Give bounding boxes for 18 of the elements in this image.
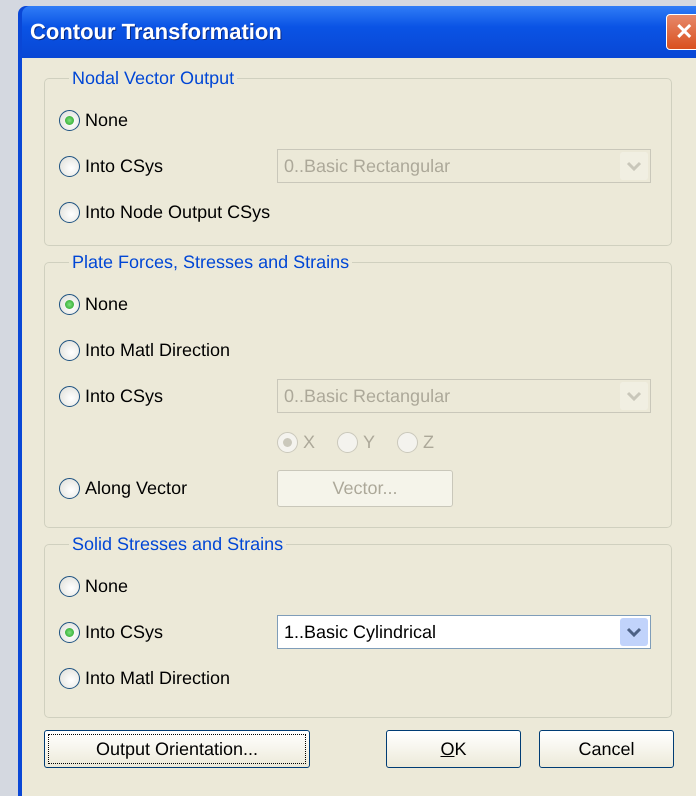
window-title: Contour Transformation	[30, 19, 282, 45]
group-title: Nodal Vector Output	[71, 68, 236, 89]
dropdown[interactable]: 1..Basic Cylindrical	[277, 615, 651, 649]
dialog-button[interactable]: Output Orientation...	[44, 730, 310, 768]
option-label[interactable]: Into Matl Direction	[85, 340, 230, 360]
option-label[interactable]: None	[85, 110, 128, 130]
dialog-button[interactable]: Cancel	[539, 730, 674, 768]
option-label[interactable]: Into CSys	[85, 622, 164, 642]
option-label[interactable]: Into Node Output CSys	[85, 202, 270, 222]
group-title: Solid Stresses and Strains	[71, 534, 284, 555]
option-label[interactable]: Into CSys	[85, 156, 164, 176]
group-title: Plate Forces, Stresses and Strains	[71, 252, 350, 273]
option-label[interactable]: Along Vector	[85, 478, 188, 498]
option-label[interactable]: Into Matl Direction	[85, 668, 230, 688]
option-label[interactable]: None	[85, 576, 128, 596]
option-label[interactable]: Into CSys	[85, 386, 164, 406]
dialog-button[interactable]: OK	[386, 730, 521, 768]
option-label[interactable]: None	[85, 294, 128, 314]
